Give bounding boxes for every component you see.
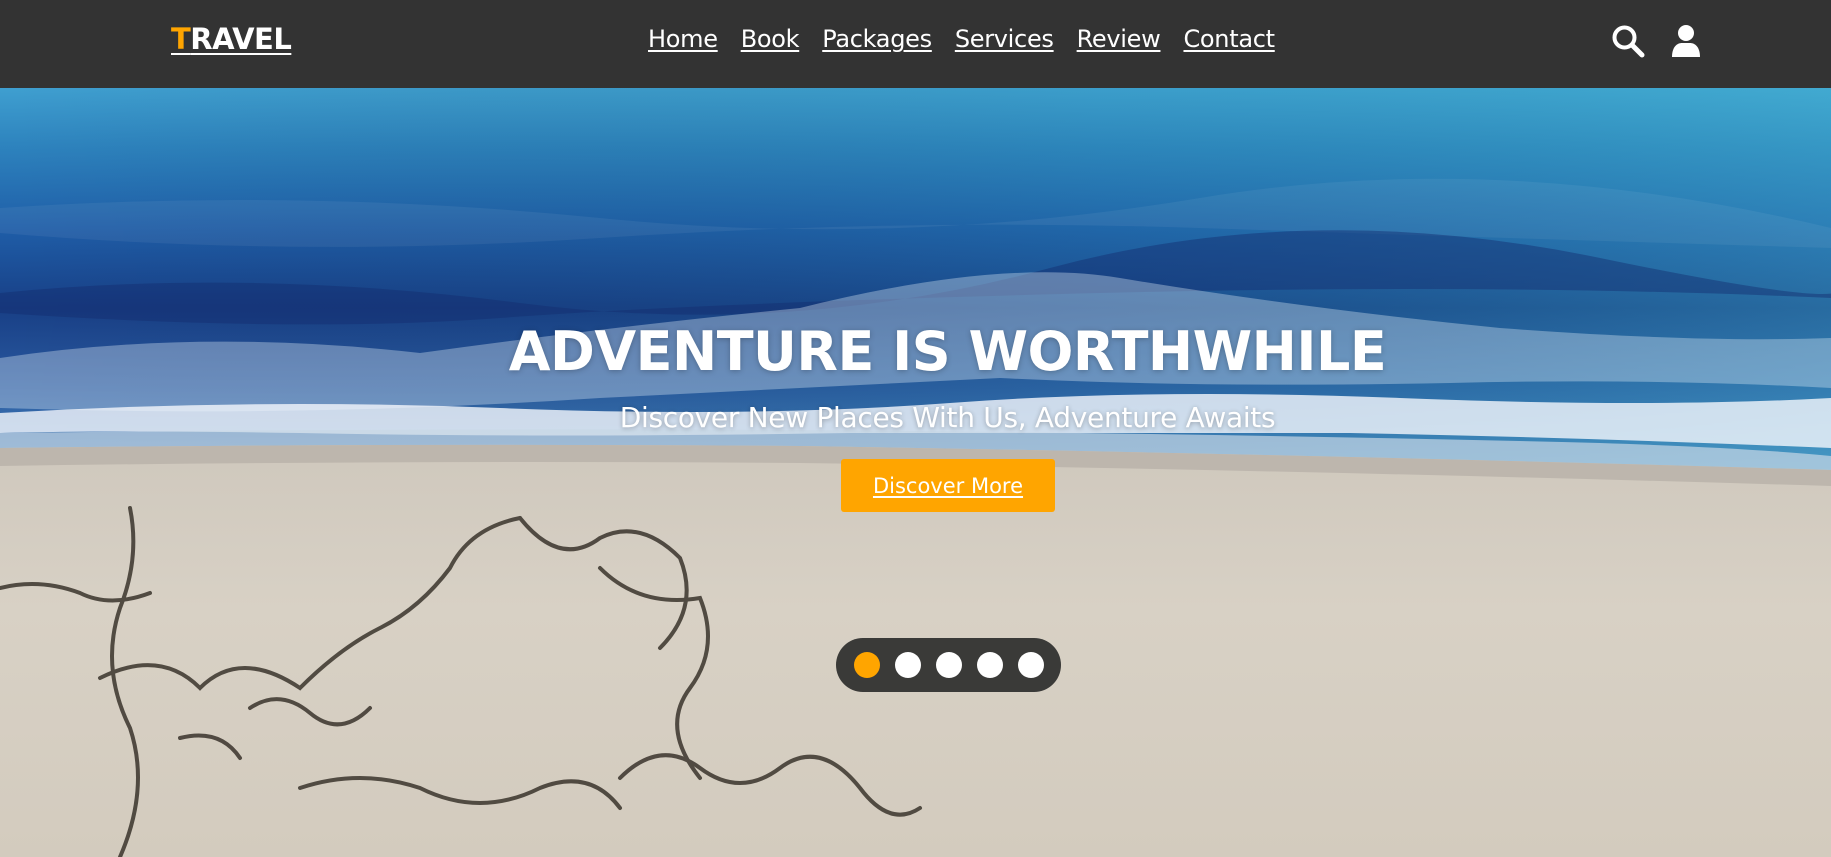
discover-more-button[interactable]: Discover More (841, 459, 1055, 512)
slider-dots (836, 638, 1061, 692)
nav-home[interactable]: Home (648, 25, 718, 53)
site-header: TRAVEL Home Book Packages Services Revie… (0, 0, 1831, 88)
slider-dot-2[interactable] (894, 652, 921, 678)
nav-packages[interactable]: Packages (822, 25, 932, 53)
hero-title: ADVENTURE IS WORTHWHILE (508, 320, 1387, 383)
hero-section: ADVENTURE IS WORTHWHILE Discover New Pla… (0, 88, 1831, 857)
logo-link[interactable]: TRAVEL (171, 22, 292, 56)
hero-subtitle: Discover New Places With Us, Adventure A… (619, 401, 1276, 434)
slider-dot-3[interactable] (935, 652, 962, 678)
hero-content: ADVENTURE IS WORTHWHILE Discover New Pla… (0, 88, 1831, 857)
slider-dot-5[interactable] (1017, 652, 1044, 678)
page: TRAVEL Home Book Packages Services Revie… (0, 0, 1831, 857)
nav-review[interactable]: Review (1077, 25, 1161, 53)
slider-dot-1[interactable] (853, 652, 880, 678)
nav-book[interactable]: Book (741, 25, 800, 53)
user-icon[interactable] (1669, 24, 1703, 58)
header-icons (1611, 24, 1703, 58)
logo-accent-letter: T (171, 22, 191, 56)
nav-contact[interactable]: Contact (1183, 25, 1275, 53)
logo-text: RAVEL (190, 22, 292, 56)
nav-services[interactable]: Services (955, 25, 1054, 53)
slider-dot-4[interactable] (976, 652, 1003, 678)
main-nav: Home Book Packages Services Review Conta… (648, 25, 1275, 53)
search-icon[interactable] (1611, 24, 1645, 58)
